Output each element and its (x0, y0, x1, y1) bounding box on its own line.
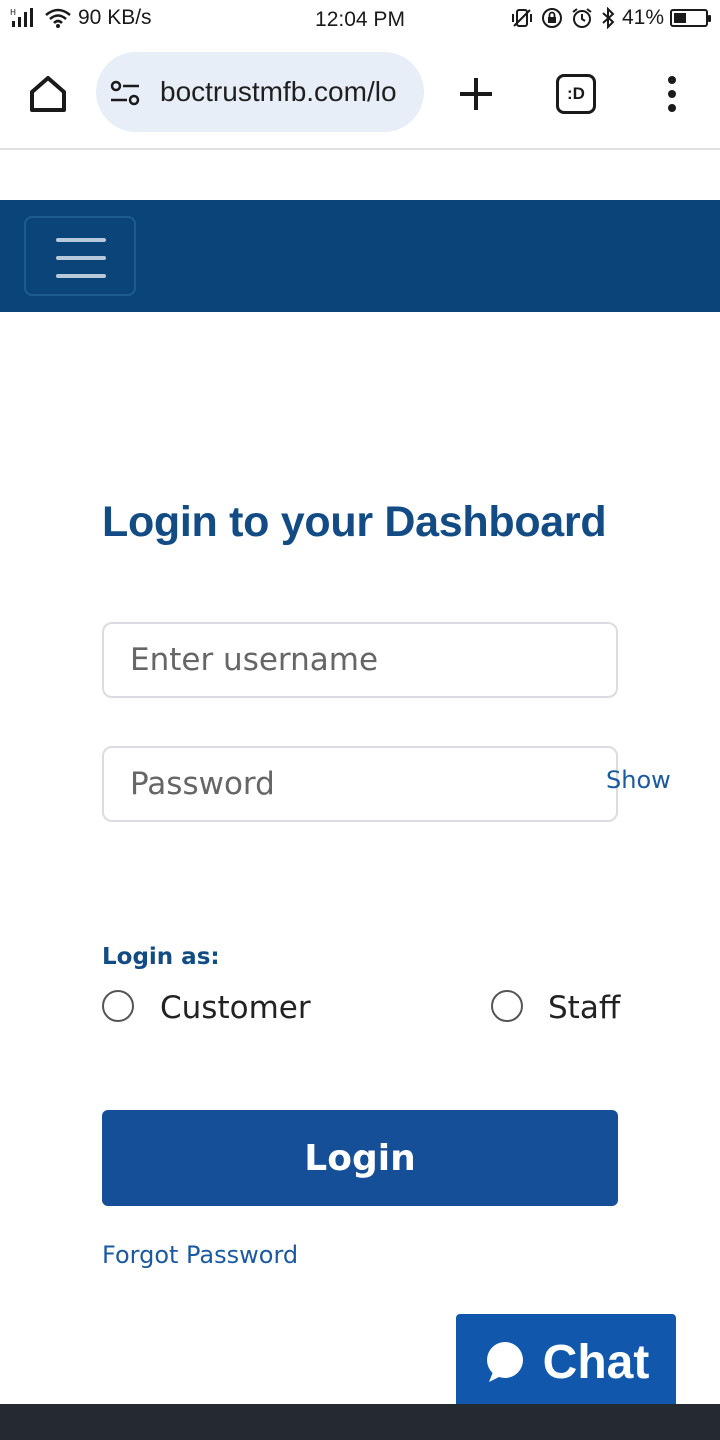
plus-icon[interactable] (456, 74, 496, 114)
chat-bubble-icon (486, 1342, 523, 1382)
url-text[interactable]: boctrustmfb.com/lo (160, 76, 397, 108)
chat-label: Chat (542, 1335, 650, 1389)
password-input[interactable] (104, 748, 616, 820)
page-title: Login to your Dashboard (102, 498, 607, 546)
site-navbar (0, 200, 720, 312)
address-bar[interactable]: boctrustmfb.com/lo (96, 52, 424, 132)
vibrate-icon (511, 9, 532, 27)
chat-button[interactable]: Chat (456, 1314, 676, 1410)
footer (0, 1404, 720, 1440)
customer-radio-label[interactable]: Customer (160, 990, 311, 1026)
hamburger-menu-button[interactable] (24, 216, 136, 296)
rotation-lock-icon (541, 8, 562, 28)
username-input[interactable] (104, 624, 616, 696)
login-button[interactable]: Login (102, 1110, 618, 1206)
browser-toolbar: boctrustmfb.com/lo :D (0, 38, 720, 148)
staff-radio[interactable] (491, 990, 523, 1022)
staff-radio-label[interactable]: Staff (548, 990, 620, 1026)
status-bar: H 90 KB/s 12:04 PM 41% (0, 0, 720, 38)
alarm-icon (572, 8, 592, 28)
home-icon[interactable] (24, 70, 72, 118)
username-field[interactable] (102, 622, 618, 698)
customer-radio[interactable] (102, 990, 134, 1022)
hamburger-icon-line (56, 256, 106, 260)
password-field[interactable] (102, 746, 618, 822)
login-as-label: Login as: (102, 944, 220, 970)
battery-level (674, 13, 687, 23)
status-right: 41% (510, 6, 711, 30)
forgot-password-link[interactable]: Forgot Password (102, 1241, 298, 1269)
show-password-toggle[interactable]: Show (606, 766, 671, 794)
hamburger-icon-line (56, 238, 106, 242)
hamburger-icon-line (56, 274, 106, 278)
toolbar-divider (0, 148, 720, 150)
bluetooth-icon (602, 7, 615, 29)
more-vert-icon[interactable] (652, 74, 692, 114)
site-settings-icon[interactable] (108, 76, 142, 110)
battery-icon (670, 9, 711, 27)
tab-count: :D (567, 84, 585, 103)
battery-percent: 41% (621, 6, 664, 29)
tabs-icon[interactable]: :D (556, 74, 596, 114)
